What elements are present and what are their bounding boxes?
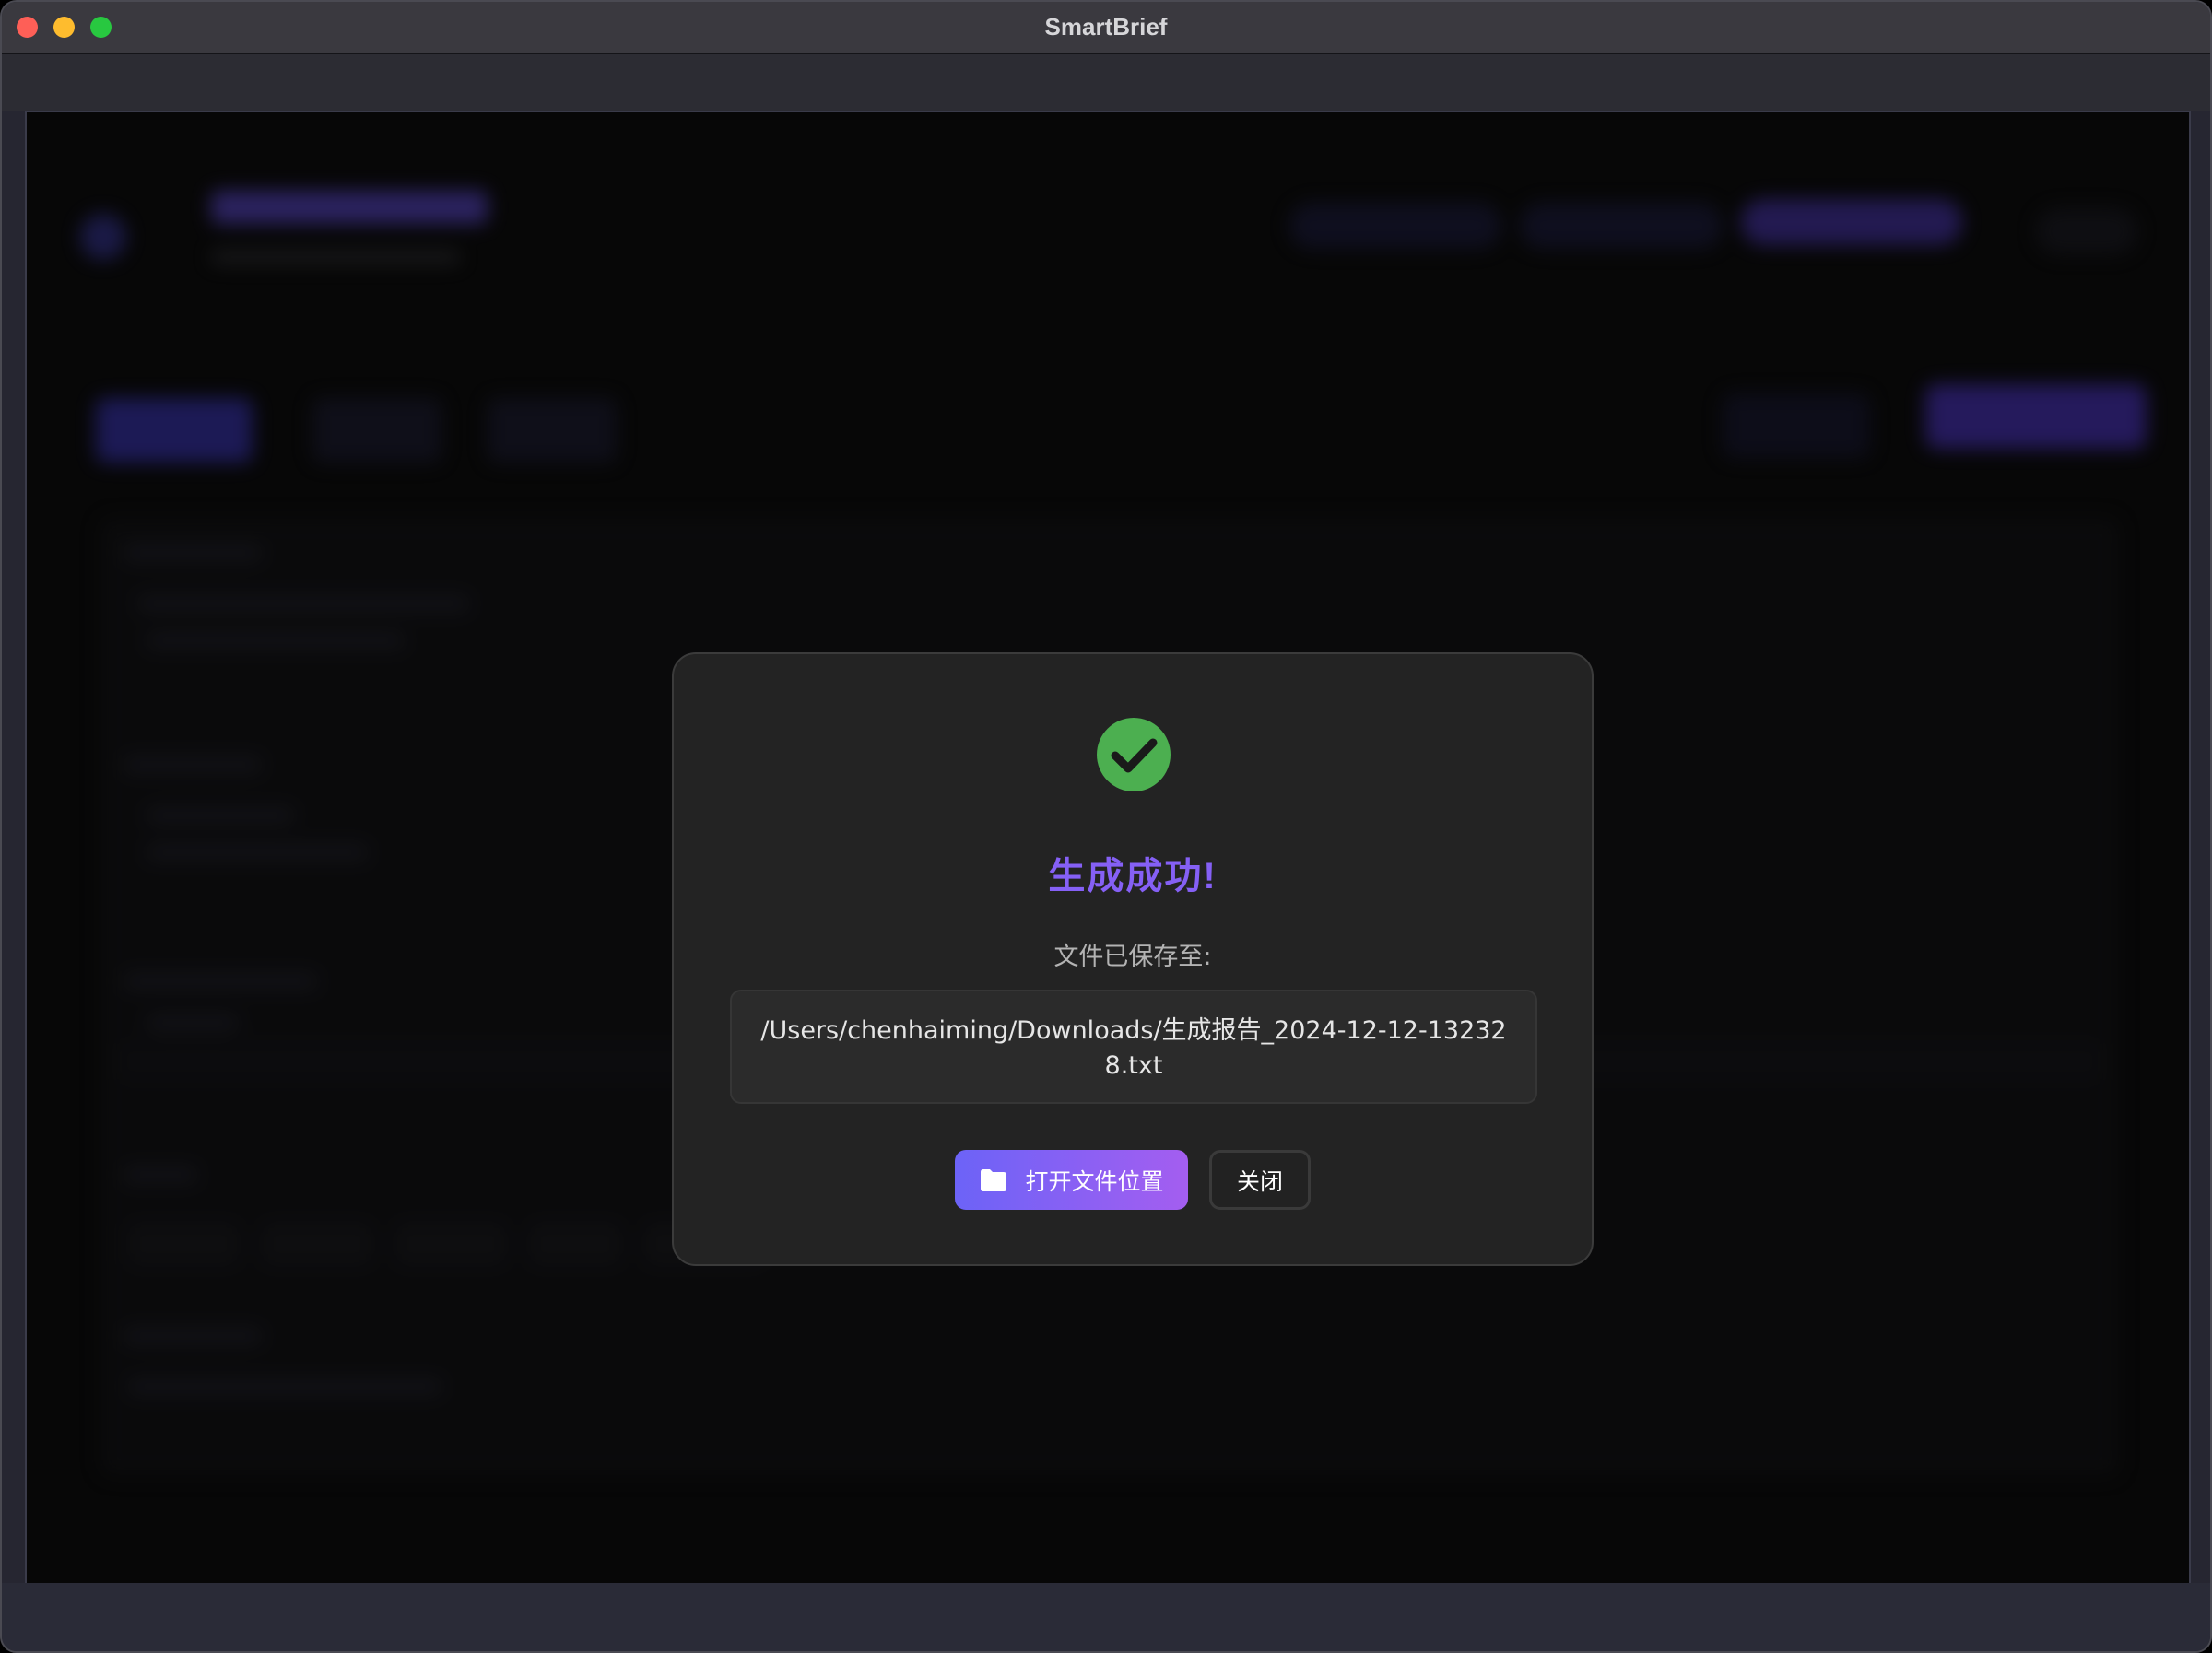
window-bottom-bar — [2, 1583, 2210, 1651]
header-pill — [1741, 199, 1962, 245]
header-pill — [2036, 208, 2137, 254]
background-chip — [529, 1223, 621, 1265]
background-line — [137, 596, 469, 611]
background-line — [124, 974, 317, 989]
success-dialog: 生成成功! 文件已保存至: /Users/chenhaiming/Downloa… — [672, 652, 1594, 1266]
close-button-label: 关闭 — [1236, 1167, 1283, 1195]
background-line — [147, 808, 294, 823]
check-circle-icon — [1097, 718, 1171, 791]
background-line — [128, 1379, 441, 1394]
background-button — [1723, 393, 1870, 458]
background-chip — [395, 1223, 506, 1265]
dialog-subtitle: 文件已保存至: — [1053, 943, 1212, 971]
app-title-placeholder — [211, 191, 488, 224]
file-path-display: /Users/chenhaiming/Downloads/生成报告_2024-1… — [730, 990, 1537, 1104]
dialog-title: 生成成功! — [1048, 856, 1218, 897]
app-subtitle-placeholder — [211, 251, 460, 264]
background-tab — [312, 398, 441, 463]
header-pill — [1520, 203, 1723, 249]
background-line — [124, 1329, 262, 1343]
background-line — [147, 1015, 239, 1030]
background-chip — [128, 1223, 239, 1265]
close-button[interactable]: 关闭 — [1209, 1150, 1311, 1210]
folder-icon — [979, 1168, 1008, 1192]
window-title: SmartBrief — [1044, 13, 1168, 41]
background-line — [124, 545, 262, 560]
background-button — [1925, 384, 2147, 449]
open-file-location-button[interactable]: 打开文件位置 — [955, 1150, 1188, 1210]
window-toolbar — [2, 54, 2210, 111]
app-content: 生成成功! 文件已保存至: /Users/chenhaiming/Downloa… — [25, 111, 2191, 1583]
app-window: SmartBrief 生成成功! 文件已保存至: /Users/chenhaim… — [0, 0, 2212, 1653]
background-chip — [262, 1223, 372, 1265]
background-tab — [488, 398, 617, 463]
header-pill — [1289, 203, 1501, 249]
open-file-location-label: 打开文件位置 — [1025, 1167, 1164, 1195]
app-logo — [80, 214, 126, 260]
background-line — [147, 845, 368, 860]
background-line — [124, 757, 262, 772]
title-bar: SmartBrief — [2, 2, 2210, 54]
background-line — [147, 633, 405, 648]
background-line — [124, 1167, 197, 1182]
background-tab — [96, 398, 253, 463]
